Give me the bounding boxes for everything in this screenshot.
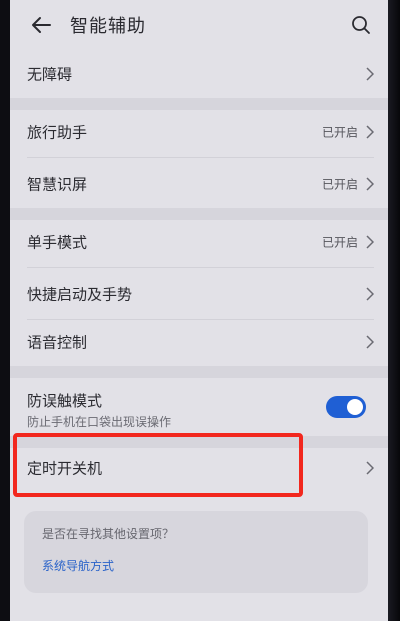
status-text: 已开启 [321,125,358,140]
chevron-right-icon [366,177,374,191]
item-label: 语音控制 [27,333,88,352]
settings-screen: 智能辅助 无障碍 旅行助手 已开启 智慧识屏 已开启 单手模式 已开启 快捷启动… [10,0,388,621]
chevron-right-icon [366,67,374,81]
search-icon[interactable] [344,8,378,42]
highlight-box [13,433,303,497]
chevron-right-icon [366,461,374,475]
suggestion-card: 是否在寻找其他设置项？ 系统导航方式 [24,511,368,593]
item-label: 旅行助手 [27,123,88,142]
page-title: 智能辅助 [70,16,146,37]
group-gap [10,98,388,110]
status-text: 已开启 [321,177,358,192]
toggle-knob [347,399,363,415]
group-gap [10,366,388,378]
suggestion-link[interactable]: 系统导航方式 [42,557,114,574]
item-label: 无障碍 [27,65,73,84]
chevron-right-icon [366,125,374,139]
chevron-right-icon [366,235,374,249]
item-description: 防止手机在口袋出现误操作 [27,415,172,429]
settings-item-smart-screen[interactable]: 智慧识屏 已开启 [10,162,388,206]
item-label: 单手模式 [27,233,88,252]
status-text: 已开启 [321,235,358,250]
settings-item-pocket-mode: 防误触模式 防止手机在口袋出现误操作 [10,378,388,436]
divider [27,157,374,158]
chevron-right-icon [366,335,374,349]
item-label: 快捷启动及手势 [27,285,133,304]
settings-item-one-hand-mode[interactable]: 单手模式 已开启 [10,220,388,264]
suggestion-question: 是否在寻找其他设置项？ [42,527,175,541]
item-label: 防误触模式 [27,392,103,410]
settings-item-travel-assistant[interactable]: 旅行助手 已开启 [10,110,388,154]
settings-item-accessibility[interactable]: 无障碍 [10,52,388,96]
divider [27,267,374,268]
back-arrow-icon[interactable] [24,8,58,42]
settings-item-voice-control[interactable]: 语音控制 [10,320,388,364]
group-gap [10,208,388,220]
app-bar: 智能辅助 [10,0,388,50]
settings-item-quick-launch[interactable]: 快捷启动及手势 [10,272,388,316]
chevron-right-icon [366,287,374,301]
device-bezel [388,0,400,621]
item-label: 智慧识屏 [27,175,88,194]
pocket-mode-toggle[interactable] [326,396,366,418]
